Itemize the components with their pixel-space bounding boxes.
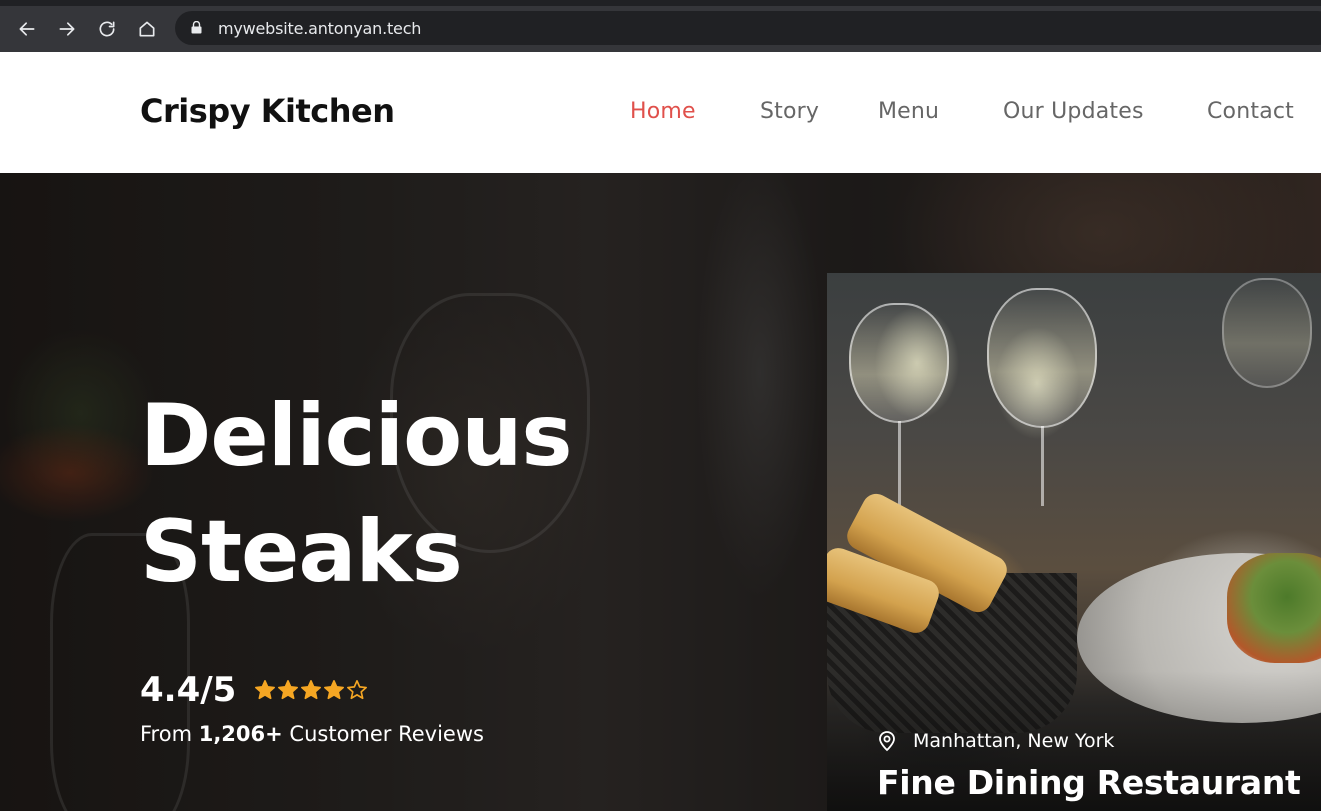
nav-contact[interactable]: Contact [1207,99,1294,124]
hero-title-line2: Steaks [140,502,463,602]
star-filled-icon [255,680,276,700]
url-text: mywebsite.antonyan.tech [218,19,422,38]
photo-food [1227,553,1321,663]
reviews-count: 1,206+ [198,722,283,746]
reviews-suffix: Customer Reviews [282,722,484,746]
photo-wine-glass [1222,278,1312,388]
star-filled-icon [324,680,345,700]
review-count-text: From 1,206+ Customer Reviews [140,722,484,746]
location-text: Manhattan, New York [913,730,1115,752]
reviews-prefix: From [140,722,199,746]
restaurant-photo-card: Manhattan, New York Fine Dining Restaura… [827,273,1321,811]
nav-our-updates[interactable]: Our Updates [1003,99,1144,124]
browser-toolbar: mywebsite.antonyan.tech [0,0,1321,52]
hero-section: Delicious Steaks 4.4/5 From 1,206+ Custo… [0,173,1321,811]
reload-button[interactable] [92,14,122,44]
nav-home[interactable]: Home [630,99,696,124]
hero-title: Delicious Steaks [140,378,573,610]
forward-button[interactable] [52,14,82,44]
photo-wine-glass [849,303,949,423]
photo-wine-glass [987,288,1097,428]
location: Manhattan, New York [877,730,1114,752]
star-filled-icon [301,680,322,700]
nav-story[interactable]: Story [760,99,819,124]
star-empty-icon [347,680,368,700]
site-header: Crispy Kitchen Home Story Menu Our Updat… [0,52,1321,173]
photo-glass-stem [898,421,901,511]
home-icon [139,21,155,37]
reload-icon [99,21,115,37]
forward-icon [59,22,75,36]
map-pin-icon [879,731,895,752]
photo-glass-stem [1041,426,1044,506]
back-icon [19,22,35,36]
star-filled-icon [278,680,299,700]
rating-value: 4.4/5 [140,670,237,710]
brand-logo[interactable]: Crispy Kitchen [140,92,395,130]
hero-title-line1: Delicious [140,386,573,486]
address-bar[interactable]: mywebsite.antonyan.tech [175,11,1321,45]
rating-stars [254,679,368,701]
back-button[interactable] [12,14,42,44]
card-title: Fine Dining Restaurant [877,763,1301,802]
lock-icon [191,21,202,34]
home-button[interactable] [132,14,162,44]
nav-menu[interactable]: Menu [878,99,939,124]
rating: 4.4/5 [140,670,368,710]
